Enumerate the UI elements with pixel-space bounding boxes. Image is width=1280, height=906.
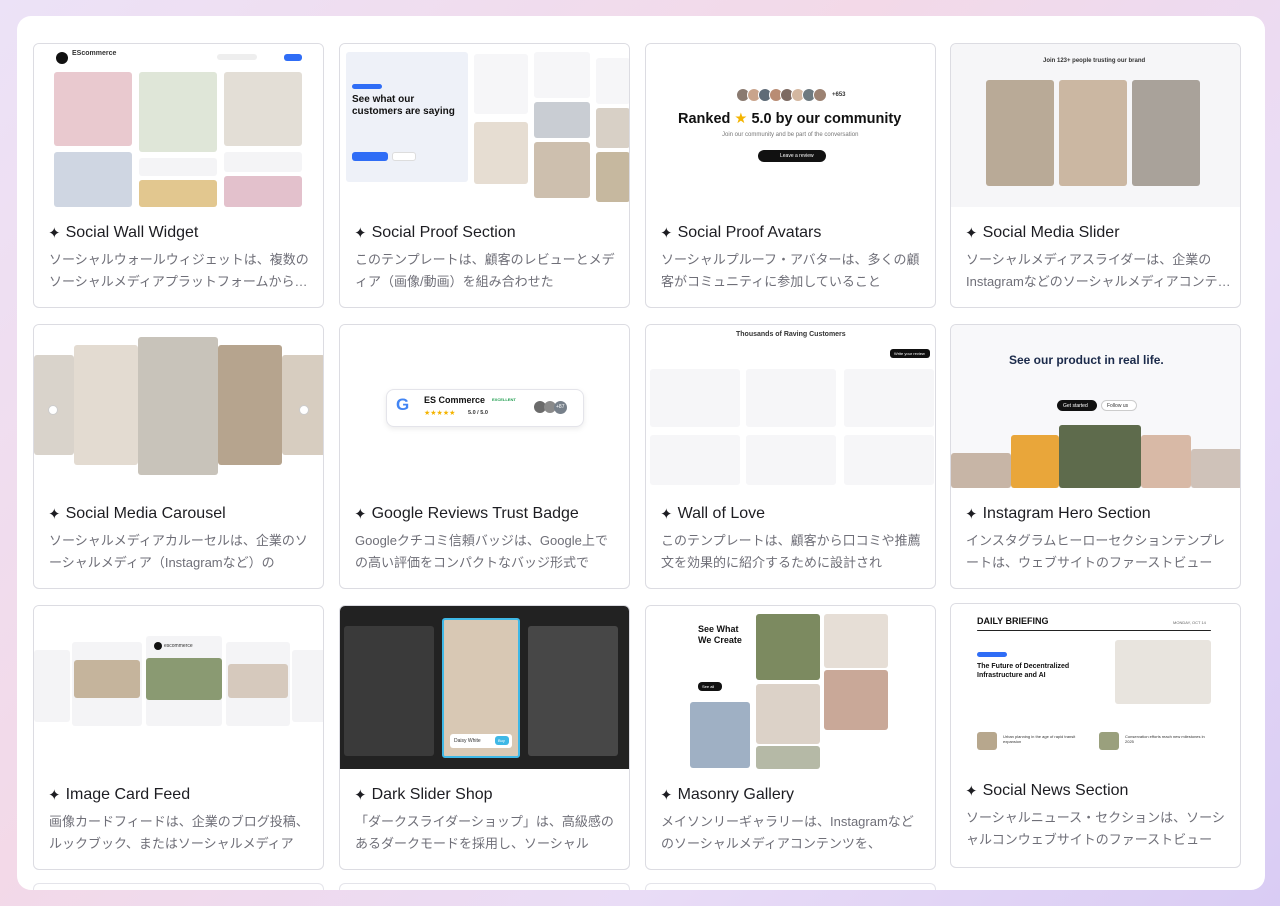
- template-card-social-media-slider[interactable]: Join 123+ people trusting our brand ✦ Soc…: [950, 43, 1241, 308]
- sparkle-icon: ✦: [354, 506, 367, 523]
- preview-handle: escommerce: [164, 643, 193, 649]
- card-description: 画像カードフィードは、企業のブログ投稿、ルックブック、またはソーシャルメディア: [49, 814, 309, 851]
- star-icon: ★: [734, 111, 748, 127]
- preview-button-secondary: Follow us: [1107, 403, 1129, 409]
- preview-heading: See what our customers are saying: [352, 94, 455, 117]
- template-card-wall-of-love[interactable]: Thousands of Raving Customers Write your…: [645, 324, 936, 589]
- rating-stars: ★★★★★: [424, 410, 456, 417]
- card-description: ソーシャルニュース・セクションは、ソーシャルコンウェブサイトのファーストビュー: [966, 810, 1225, 847]
- card-description: 「ダークスライダーショップ」は、高級感のあるダークモードを採用し、ソーシャル: [355, 814, 614, 851]
- sparkle-icon: ✦: [354, 225, 367, 242]
- sparkle-icon: ✦: [965, 506, 978, 523]
- card-title: ✦ Masonry Gallery: [660, 786, 795, 804]
- sparkle-icon: ✦: [660, 506, 673, 523]
- template-card-social-wall-widget[interactable]: EScommerce ✦ Social Wall Widget ソーシャルウォール…: [33, 43, 324, 308]
- sparkle-icon: ✦: [48, 225, 61, 242]
- sparkle-icon: ✦: [965, 783, 978, 800]
- sparkle-icon: ✦: [660, 225, 673, 242]
- card-description: ソーシャルプルーフ・アバターは、多くの顧客がコミュニティに参加していること: [661, 252, 920, 289]
- card-title: ✦ Instagram Hero Section: [965, 505, 1151, 523]
- google-logo-icon: G: [396, 395, 410, 414]
- card-description: Googleクチコミ信頼バッジは、Google上での高い評価をコンパクトなバッジ…: [355, 533, 608, 570]
- preview-headline: The Future of Decentralized Infrastructu…: [977, 663, 1070, 679]
- preview-masthead: DAILY BRIEFING: [977, 616, 1049, 626]
- card-preview-image: Thousands of Raving Customers Write your…: [646, 325, 935, 488]
- card-preview-image: Join 123+ people trusting our brand: [951, 44, 1240, 207]
- preview-heading-start: Ranked: [678, 111, 731, 127]
- next-row-card-peek: [645, 883, 936, 890]
- card-title: ✦ Wall of Love: [660, 505, 766, 523]
- card-description: このテンプレートは、顧客から口コミや推薦文を効果的に紹介するために設計され: [661, 533, 921, 570]
- template-card-google-reviews-trust-badge[interactable]: G ES Commerce EXCELLENT ★★★★★ 5.0 / 5.0 …: [339, 324, 630, 589]
- card-title: ✦ Social Media Carousel: [48, 505, 226, 523]
- sparkle-icon: ✦: [48, 787, 61, 804]
- card-description: このテンプレートは、顧客のレビューとメディア（画像/動画）を組み合わせた: [355, 252, 615, 289]
- preview-story-2: Conservation efforts reach new milestone…: [1125, 734, 1205, 744]
- preview-tag: EXCELLENT: [492, 397, 516, 402]
- preview-product: Daisy White: [454, 738, 481, 744]
- template-card-dark-slider-shop[interactable]: Daisy White Buy ✦ Dark Slider Shop 「ダークスラ…: [339, 605, 630, 870]
- card-description: ソーシャルメディアスライダーは、企業のInstagramなどのソーシャルメディア…: [966, 252, 1231, 289]
- card-preview-image: escommerce: [34, 606, 323, 769]
- sparkle-icon: ✦: [354, 787, 367, 804]
- preview-subtitle: Join our community and be part of the co…: [722, 132, 859, 138]
- template-card-social-media-carousel[interactable]: ✦ Social Media Carousel ソーシャルメディアカルーセルは、企…: [33, 324, 324, 589]
- card-preview-image: +653 Ranked ★ 5.0 by our community Join …: [646, 44, 935, 207]
- preview-brand: ES Commerce: [424, 395, 486, 405]
- card-title: ✦ Social News Section: [965, 782, 1129, 800]
- template-card-image-card-feed[interactable]: escommerce ✦ Image Card Feed 画像カードフィードは、企…: [33, 605, 324, 870]
- template-gallery: EScommerce ✦ Social Wall Widget ソーシャルウォール…: [17, 16, 1265, 890]
- preview-more: +87: [556, 404, 565, 410]
- card-preview-image: G ES Commerce EXCELLENT ★★★★★ 5.0 / 5.0 …: [340, 325, 629, 488]
- preview-heading: Join 123+ people trusting our brand: [1043, 58, 1146, 64]
- template-card-social-news-section[interactable]: DAILY BRIEFING MONDAY, OCT 14 The Future…: [950, 603, 1241, 868]
- card-preview-image: [34, 325, 323, 488]
- card-preview-image: EScommerce: [34, 44, 323, 207]
- card-description: ソーシャルメディアカルーセルは、企業のソーシャルメディア（Instagramなど…: [49, 533, 308, 570]
- preview-heading: Thousands of Raving Customers: [736, 331, 846, 338]
- card-preview-image: See What We Create See all: [646, 606, 935, 769]
- card-preview-image: See what our customers are saying: [340, 44, 629, 207]
- next-row-card-peek: [33, 883, 324, 890]
- preview-button-primary: Get started: [1063, 403, 1088, 409]
- template-card-masonry-gallery[interactable]: See What We Create See all ✦ Masonry Gall…: [645, 605, 936, 870]
- card-title: ✦ Social Wall Widget: [48, 224, 199, 242]
- card-preview-image: Daisy White Buy: [340, 606, 629, 769]
- card-title: ✦ Social Proof Section: [354, 224, 516, 242]
- preview-score: 5.0 / 5.0: [468, 410, 488, 416]
- card-title: ✦ Google Reviews Trust Badge: [354, 505, 579, 523]
- preview-date: MONDAY, OCT 14: [1173, 620, 1206, 625]
- preview-button: Write your review: [894, 351, 925, 356]
- preview-story-1: Urban planning in the age of rapid trans…: [1003, 734, 1076, 744]
- card-preview-image: DAILY BRIEFING MONDAY, OCT 14 The Future…: [951, 604, 1240, 767]
- card-title: ✦ Dark Slider Shop: [354, 786, 493, 804]
- card-title: ✦ Image Card Feed: [48, 786, 191, 804]
- card-description: メイソンリーギャラリーは、Instagramなどのソーシャルメディアコンテンツを…: [661, 814, 914, 851]
- next-row-card-peek: [339, 883, 630, 890]
- avatar-count: +653: [832, 92, 846, 98]
- preview-brand: EScommerce: [72, 50, 117, 57]
- card-title: ✦ Social Media Slider: [965, 224, 1120, 242]
- sparkle-icon: ✦: [660, 787, 673, 804]
- preview-cta: Buy: [498, 738, 505, 743]
- sparkle-icon: ✦: [965, 225, 978, 242]
- template-card-instagram-hero-section[interactable]: See our product in real life. Get starte…: [950, 324, 1241, 589]
- card-description: インスタグラムヒーローセクションテンプレートは、ウェブサイトのファーストビュー: [966, 533, 1225, 570]
- template-card-social-proof-section[interactable]: See what our customers are saying ✦ Socia…: [339, 43, 630, 308]
- preview-heading: See our product in real life.: [1009, 353, 1164, 367]
- sparkle-icon: ✦: [48, 506, 61, 523]
- preview-button: Leave a review: [780, 153, 814, 159]
- card-preview-image: See our product in real life. Get starte…: [951, 325, 1240, 488]
- preview-heading: See What We Create: [698, 624, 742, 645]
- card-description: ソーシャルウォールウィジェットは、複数のソーシャルメディアプラットフォームからの…: [49, 252, 309, 289]
- preview-button: See all: [702, 684, 715, 689]
- preview-heading-end: 5.0 by our community: [751, 111, 902, 127]
- card-title: ✦ Social Proof Avatars: [660, 224, 822, 242]
- template-card-social-proof-avatars[interactable]: +653 Ranked ★ 5.0 by our community Join …: [645, 43, 936, 308]
